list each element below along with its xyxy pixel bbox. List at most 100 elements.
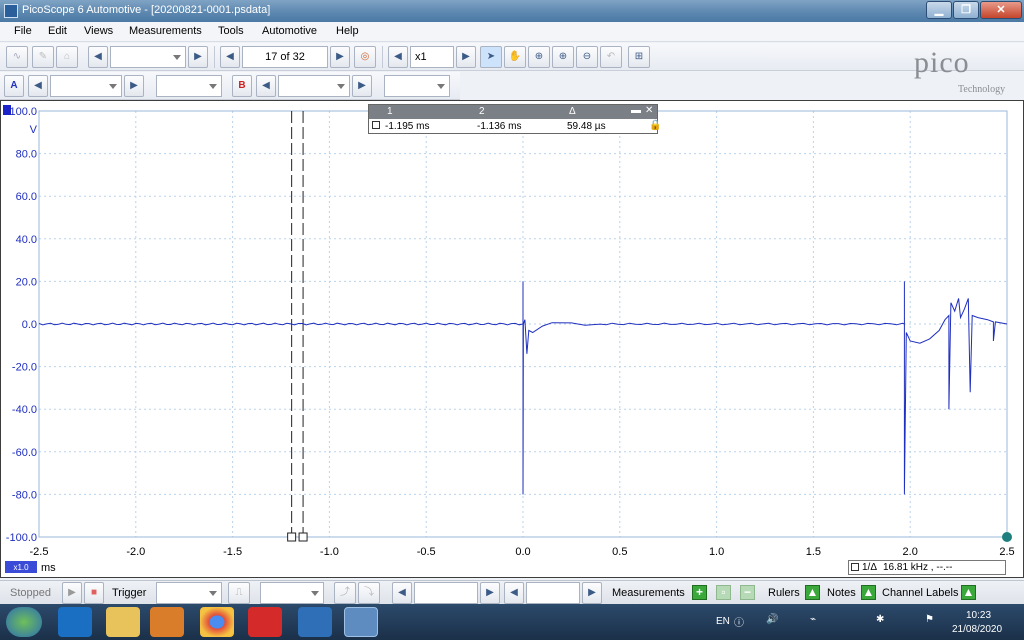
x-tick-label: -0.5 (417, 546, 436, 558)
chevron-right-icon[interactable]: ▶ (188, 46, 208, 68)
close-button[interactable]: ✕ (980, 1, 1022, 19)
channel-b-range-next[interactable]: ▶ (352, 75, 372, 97)
probe-icon[interactable]: ✎ (32, 46, 54, 68)
buffer-prev-button[interactable]: ◀ (220, 46, 240, 68)
buffer-position-field[interactable]: 17 of 32 (242, 46, 328, 68)
channel-b-range-prev[interactable]: ◀ (256, 75, 276, 97)
zoom-area-icon[interactable]: ⊕ (528, 46, 550, 68)
tray-volume-icon[interactable]: 🔊 (766, 614, 778, 625)
trigger-mode-select[interactable] (156, 582, 222, 604)
zoom-out-icon[interactable]: ⊖ (576, 46, 598, 68)
tray-network-icon[interactable]: ⌁ (810, 614, 816, 625)
pre-trigger-field[interactable] (526, 582, 580, 604)
ruler-readout-panel[interactable]: 1 2 Δ ▬ ✕ -1.195 ms -1.136 ms 59.48 µs 🔒 (368, 104, 661, 134)
channel-a-button[interactable]: A (4, 75, 24, 97)
trigger-rising-icon[interactable]: ⤴ (334, 582, 356, 604)
x-scale-badge: x1.0 (13, 563, 29, 572)
zoom-overview-icon[interactable]: ⊞ (628, 46, 650, 68)
channel-a-range-prev[interactable]: ◀ (28, 75, 48, 97)
media-player-icon[interactable] (150, 607, 184, 637)
status-bar: Stopped ▶ ■ Trigger ⎍ ⤴ ⤵ ◀ ▶ ◀ ▶ Measur… (0, 580, 1024, 604)
tray-help-icon[interactable]: ⓘ (734, 614, 744, 629)
tray-flag-icon[interactable]: ⚑ (925, 614, 934, 625)
stop-icon[interactable]: ■ (84, 582, 104, 604)
chrome-icon[interactable] (200, 607, 234, 637)
y-unit-label: V (30, 124, 38, 136)
buffer-next-button[interactable]: ▶ (330, 46, 350, 68)
channel-b-coupling-select[interactable] (384, 75, 450, 97)
home-icon[interactable]: ⌂ (56, 46, 78, 68)
rulers-toggle-icon[interactable]: ▲ (805, 585, 820, 600)
menu-help[interactable]: Help (336, 25, 359, 37)
channel-b-range-select[interactable] (278, 75, 350, 97)
undo-zoom-icon[interactable]: ↶ (600, 46, 622, 68)
notes-toggle-icon[interactable]: ▲ (861, 585, 876, 600)
chevron-left-icon[interactable]: ◀ (88, 46, 108, 68)
file-explorer-icon[interactable] (106, 607, 140, 637)
ruler-col2-value: -1.136 ms (477, 121, 522, 132)
pre-trigger-next[interactable]: ▶ (582, 582, 602, 604)
scope-graph[interactable]: -2.5 -2.0 -1.5 -1.0 -0.5 0.0 0.5 1.0 1.5 2.0 2.5 80… (1, 101, 1023, 577)
rulers-label: Rulers (768, 587, 800, 599)
y-top-label: 100.0 (9, 106, 37, 118)
run-icon[interactable]: ▶ (62, 582, 82, 604)
opera-icon[interactable] (248, 607, 282, 637)
edit-measurement-icon[interactable]: ▫ (716, 585, 731, 600)
picoscope-taskbar-icon[interactable] (344, 607, 378, 637)
trigger-level-field[interactable] (414, 582, 478, 604)
tray-date[interactable]: 21/08/2020 (952, 624, 1002, 635)
pre-trigger-prev[interactable]: ◀ (504, 582, 524, 604)
menu-bar: File Edit Views Measurements Tools Autom… (0, 22, 1024, 42)
zoom-field[interactable]: x1 (410, 46, 454, 68)
hand-tool-icon[interactable]: ✋ (504, 46, 526, 68)
menu-edit[interactable]: Edit (48, 25, 67, 37)
channel-a-range-next[interactable]: ▶ (124, 75, 144, 97)
x-tick-label: 0.0 (515, 546, 530, 558)
start-button-icon[interactable] (6, 607, 42, 637)
menu-views[interactable]: Views (84, 25, 113, 37)
menu-automotive[interactable]: Automotive (262, 25, 317, 37)
scope-view[interactable]: -2.5 -2.0 -1.5 -1.0 -0.5 0.0 0.5 1.0 1.5 2.0 2.5 80… (0, 100, 1024, 578)
pointer-tool-icon[interactable]: ➤ (480, 46, 502, 68)
y-tick-label: -60.0 (12, 447, 37, 459)
ruler-col3-value: 59.48 µs (567, 121, 606, 132)
compass-icon[interactable]: ◎ (354, 46, 376, 68)
ruler-col2-header: 2 (479, 106, 485, 117)
timebase-select[interactable] (110, 46, 186, 68)
zoom-in-icon[interactable]: ⊕ (552, 46, 574, 68)
zoom-prev-button[interactable]: ◀ (388, 46, 408, 68)
tray-time[interactable]: 10:23 (966, 610, 991, 621)
menu-tools[interactable]: Tools (218, 25, 244, 37)
x-tick-label: -1.5 (223, 546, 242, 558)
windows-taskbar: EN ⓘ 🔊 ⌁ ✱ ⚑ 10:23 21/08/2020 (0, 604, 1024, 640)
time-ruler-handle (298, 532, 308, 542)
minimize-panel-icon[interactable]: ▬ (631, 105, 641, 116)
channel-a-coupling-select[interactable] (156, 75, 222, 97)
channel-a-range-select[interactable] (50, 75, 122, 97)
y-tick-label: -20.0 (12, 362, 37, 374)
trigger-label: Trigger (112, 587, 147, 599)
lock-icon[interactable]: 🔒 (649, 120, 661, 131)
vcds-icon[interactable] (298, 607, 332, 637)
trigger-edge-icon[interactable]: ⎍ (228, 582, 250, 604)
internet-explorer-icon[interactable] (58, 607, 92, 637)
trigger-channel-select[interactable] (260, 582, 324, 604)
maximize-button[interactable]: ❐ (953, 1, 979, 19)
zoom-next-button[interactable]: ▶ (456, 46, 476, 68)
minimize-button[interactable]: ▁ (926, 1, 952, 19)
scope-mode-icon[interactable]: ∿ (6, 46, 28, 68)
trigger-level-next[interactable]: ▶ (480, 582, 500, 604)
pico-technology-logo: pico Technology (914, 44, 1020, 96)
tray-language[interactable]: EN (716, 616, 730, 627)
add-measurement-icon[interactable]: + (692, 585, 707, 600)
trigger-level-prev[interactable]: ◀ (392, 582, 412, 604)
menu-file[interactable]: File (14, 25, 32, 37)
delete-measurement-icon[interactable]: − (740, 585, 755, 600)
trigger-falling-icon[interactable]: ⤵ (358, 582, 380, 604)
close-panel-icon[interactable]: ✕ (645, 105, 653, 116)
tray-bluetooth-icon[interactable]: ✱ (876, 614, 884, 625)
menu-measurements[interactable]: Measurements (129, 25, 202, 37)
channel-b-button[interactable]: B (232, 75, 252, 97)
freq-square-icon (851, 563, 859, 571)
channel-labels-toggle-icon[interactable]: ▲ (961, 585, 976, 600)
